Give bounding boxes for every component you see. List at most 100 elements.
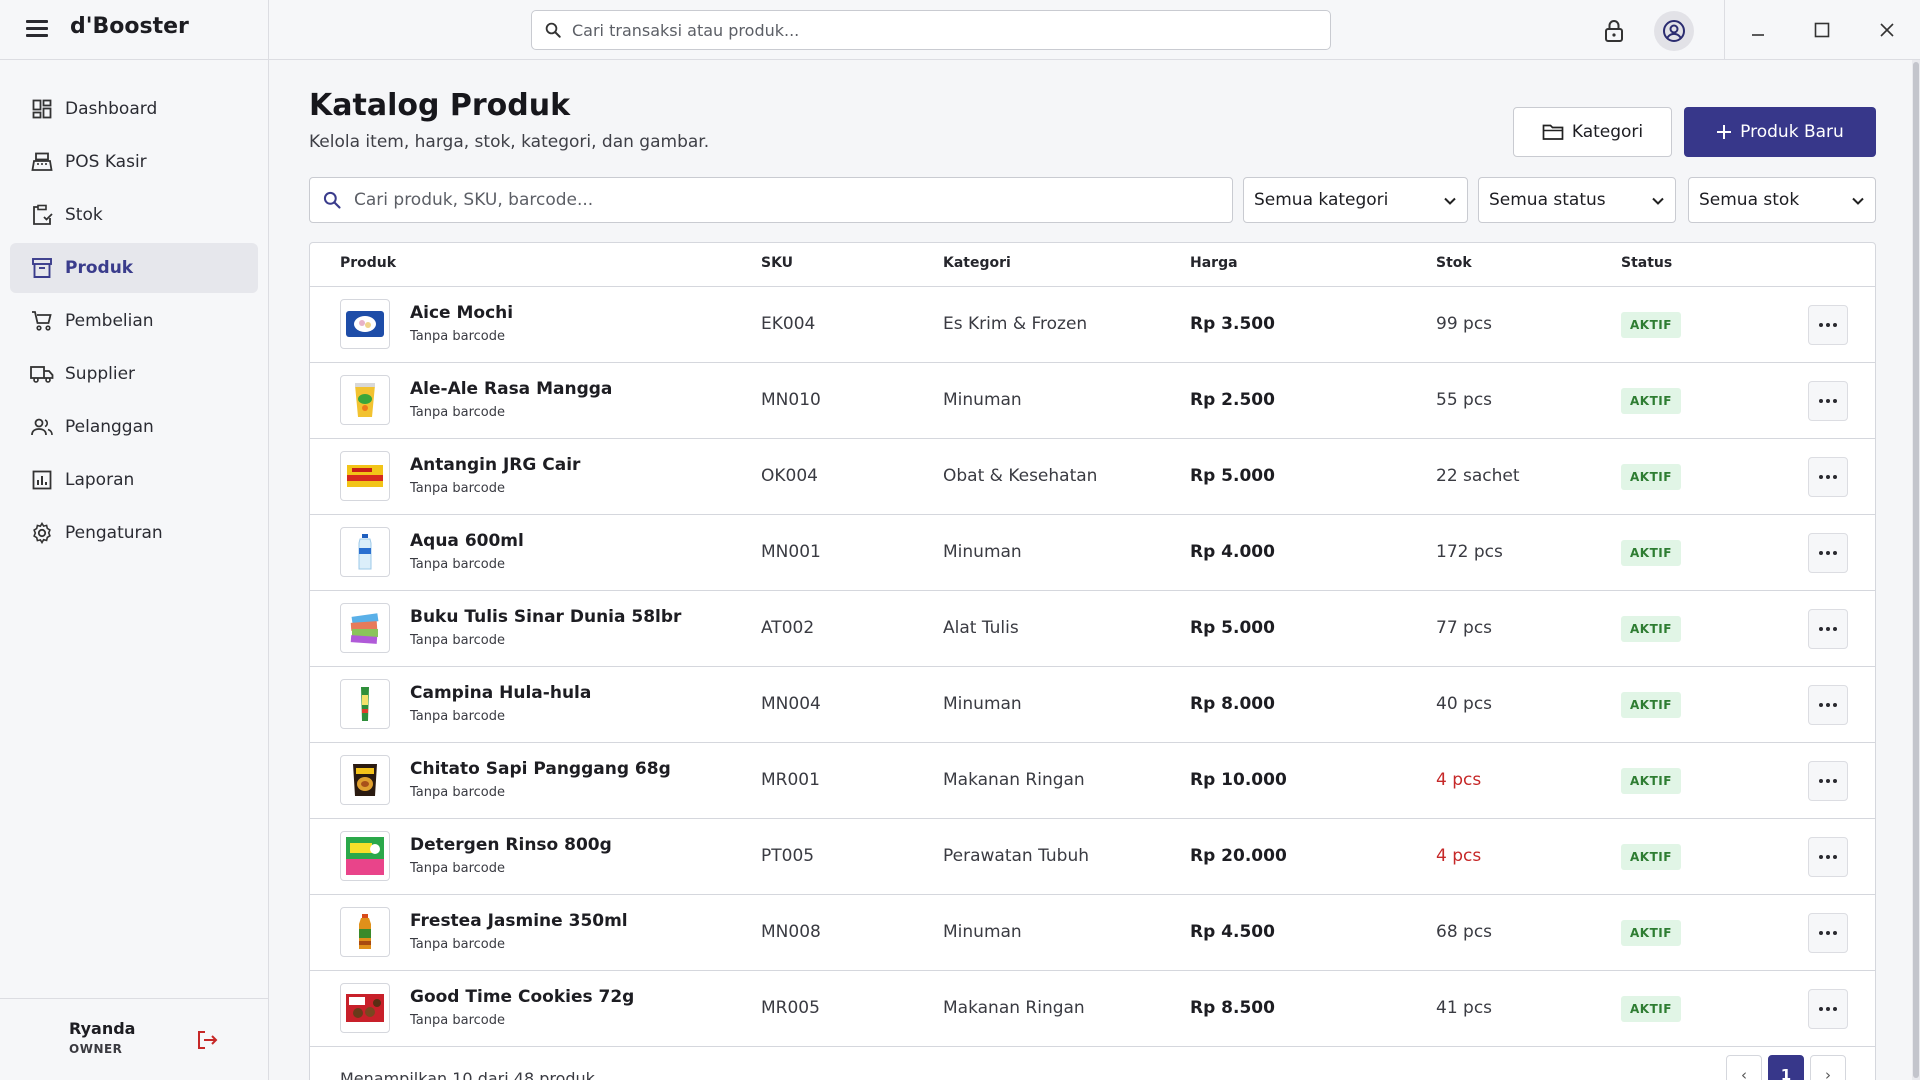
sidebar-item-produk[interactable]: Produk [10,243,258,293]
more-options-button[interactable] [1808,457,1848,497]
sidebar-item-laporan[interactable]: Laporan [10,455,258,505]
sidebar-item-pelanggan[interactable]: Pelanggan [10,402,258,452]
chevron-down-icon [1443,193,1457,212]
table-header: Produk SKU Kategori Harga Stok Status [310,243,1875,287]
product-price: Rp 3.500 [1190,314,1275,334]
sidebar-item-dashboard[interactable]: Dashboard [10,84,258,134]
table-row[interactable]: Aqua 600ml Tanpa barcode MN001 Minuman R… [310,515,1875,591]
logout-icon[interactable] [192,1025,222,1055]
product-name: Campina Hula-hula [410,683,592,703]
sidebar-item-label: Supplier [65,364,136,384]
more-options-button[interactable] [1808,609,1848,649]
product-stock: 22 sachet [1436,466,1520,486]
product-search[interactable] [309,177,1233,223]
more-options-button[interactable] [1808,761,1848,801]
product-name: Chitato Sapi Panggang 68g [410,759,671,779]
product-name: Aqua 600ml [410,531,524,551]
more-options-button[interactable] [1808,305,1848,345]
sidebar-item-pengaturan[interactable]: Pengaturan [10,508,258,558]
product-price: Rp 8.000 [1190,694,1275,714]
global-search[interactable] [531,10,1331,50]
sidebar-item-label: Produk [65,258,134,278]
table-row[interactable]: Chitato Sapi Panggang 68g Tanpa barcode … [310,743,1875,819]
product-stock: 41 pcs [1436,998,1493,1018]
kategori-button-label: Kategori [1571,122,1644,142]
table-row[interactable]: Antangin JRG Cair Tanpa barcode OK004 Ob… [310,439,1875,515]
product-stock: 172 pcs [1436,542,1503,562]
column-header-category[interactable]: Kategori [943,255,1011,271]
product-price: Rp 5.000 [1190,466,1275,486]
user-role: OWNER [69,1042,123,1056]
main-scrollbar[interactable] [1912,60,1920,1080]
chevron-down-icon [1651,193,1665,212]
product-category: Es Krim & Frozen [943,314,1088,334]
chevron-down-icon [1851,193,1865,212]
product-search-input[interactable] [354,178,1214,222]
page-button-current[interactable]: 1 [1768,1055,1804,1080]
account-icon[interactable] [1654,11,1694,51]
product-category: Obat & Kesehatan [943,466,1098,486]
product-category: Makanan Ringan [943,770,1085,790]
category-filter-select[interactable]: Semua kategori [1243,177,1468,223]
sidebar-item-label: Laporan [65,470,135,490]
folder-icon [1542,123,1564,141]
table-row[interactable]: Buku Tulis Sinar Dunia 58lbr Tanpa barco… [310,591,1875,667]
product-box-icon [30,256,54,280]
minimize-icon[interactable] [1738,10,1778,50]
more-options-button[interactable] [1808,989,1848,1029]
prev-page-button[interactable]: ‹ [1726,1055,1762,1080]
column-header-stock[interactable]: Stok [1436,255,1472,271]
table-row[interactable]: Aice Mochi Tanpa barcode EK004 Es Krim &… [310,287,1875,363]
lock-icon[interactable] [1594,11,1634,51]
next-page-button[interactable]: › [1810,1055,1846,1080]
column-header-status[interactable]: Status [1621,255,1672,271]
menu-icon[interactable] [26,20,48,38]
table-row[interactable]: Frestea Jasmine 350ml Tanpa barcode MN00… [310,895,1875,971]
product-barcode: Tanpa barcode [410,785,505,800]
table-row[interactable]: Ale-Ale Rasa Mangga Tanpa barcode MN010 … [310,363,1875,439]
status-badge: AKTIF [1621,540,1681,566]
status-filter-select[interactable]: Semua status [1478,177,1676,223]
table-row[interactable]: Detergen Rinso 800g Tanpa barcode PT005 … [310,819,1875,895]
product-name: Frestea Jasmine 350ml [410,911,628,931]
sidebar-item-pos-kasir[interactable]: POS Kasir [10,137,258,187]
sidebar-item-stok[interactable]: Stok [10,190,258,240]
more-options-button[interactable] [1808,913,1848,953]
global-search-input[interactable] [572,11,1312,49]
sidebar-item-pembelian[interactable]: Pembelian [10,296,258,346]
sidebar-item-label: Pelanggan [65,417,154,437]
product-barcode: Tanpa barcode [410,557,505,572]
search-icon [544,21,562,43]
table-row[interactable]: Campina Hula-hula Tanpa barcode MN004 Mi… [310,667,1875,743]
new-product-button[interactable]: Produk Baru [1684,107,1876,157]
product-name: Ale-Ale Rasa Mangga [410,379,613,399]
product-price: Rp 2.500 [1190,390,1275,410]
stock-filter-value: Semua stok [1699,190,1800,210]
product-sku: MN004 [761,694,821,714]
window-controls-divider [1724,0,1725,60]
product-barcode: Tanpa barcode [410,709,505,724]
product-name: Aice Mochi [410,303,514,323]
more-options-button[interactable] [1808,837,1848,877]
kategori-button[interactable]: Kategori [1513,107,1672,157]
scrollbar-thumb[interactable] [1913,62,1919,1078]
maximize-icon[interactable] [1802,10,1842,50]
search-icon [322,190,342,214]
product-sku: EK004 [761,314,816,334]
more-options-button[interactable] [1808,685,1848,725]
table-row[interactable]: Good Time Cookies 72g Tanpa barcode MR00… [310,971,1875,1047]
product-name: Detergen Rinso 800g [410,835,612,855]
sidebar-item-supplier[interactable]: Supplier [10,349,258,399]
column-header-product[interactable]: Produk [340,255,396,271]
product-barcode: Tanpa barcode [410,1013,505,1028]
close-icon[interactable] [1867,10,1907,50]
people-icon [30,415,54,439]
more-options-button[interactable] [1808,533,1848,573]
column-header-sku[interactable]: SKU [761,255,793,271]
brand-area: d'Booster [0,0,269,60]
column-header-price[interactable]: Harga [1190,255,1238,271]
truck-icon [30,362,54,386]
product-category: Alat Tulis [943,618,1019,638]
more-options-button[interactable] [1808,381,1848,421]
stock-filter-select[interactable]: Semua stok [1688,177,1876,223]
